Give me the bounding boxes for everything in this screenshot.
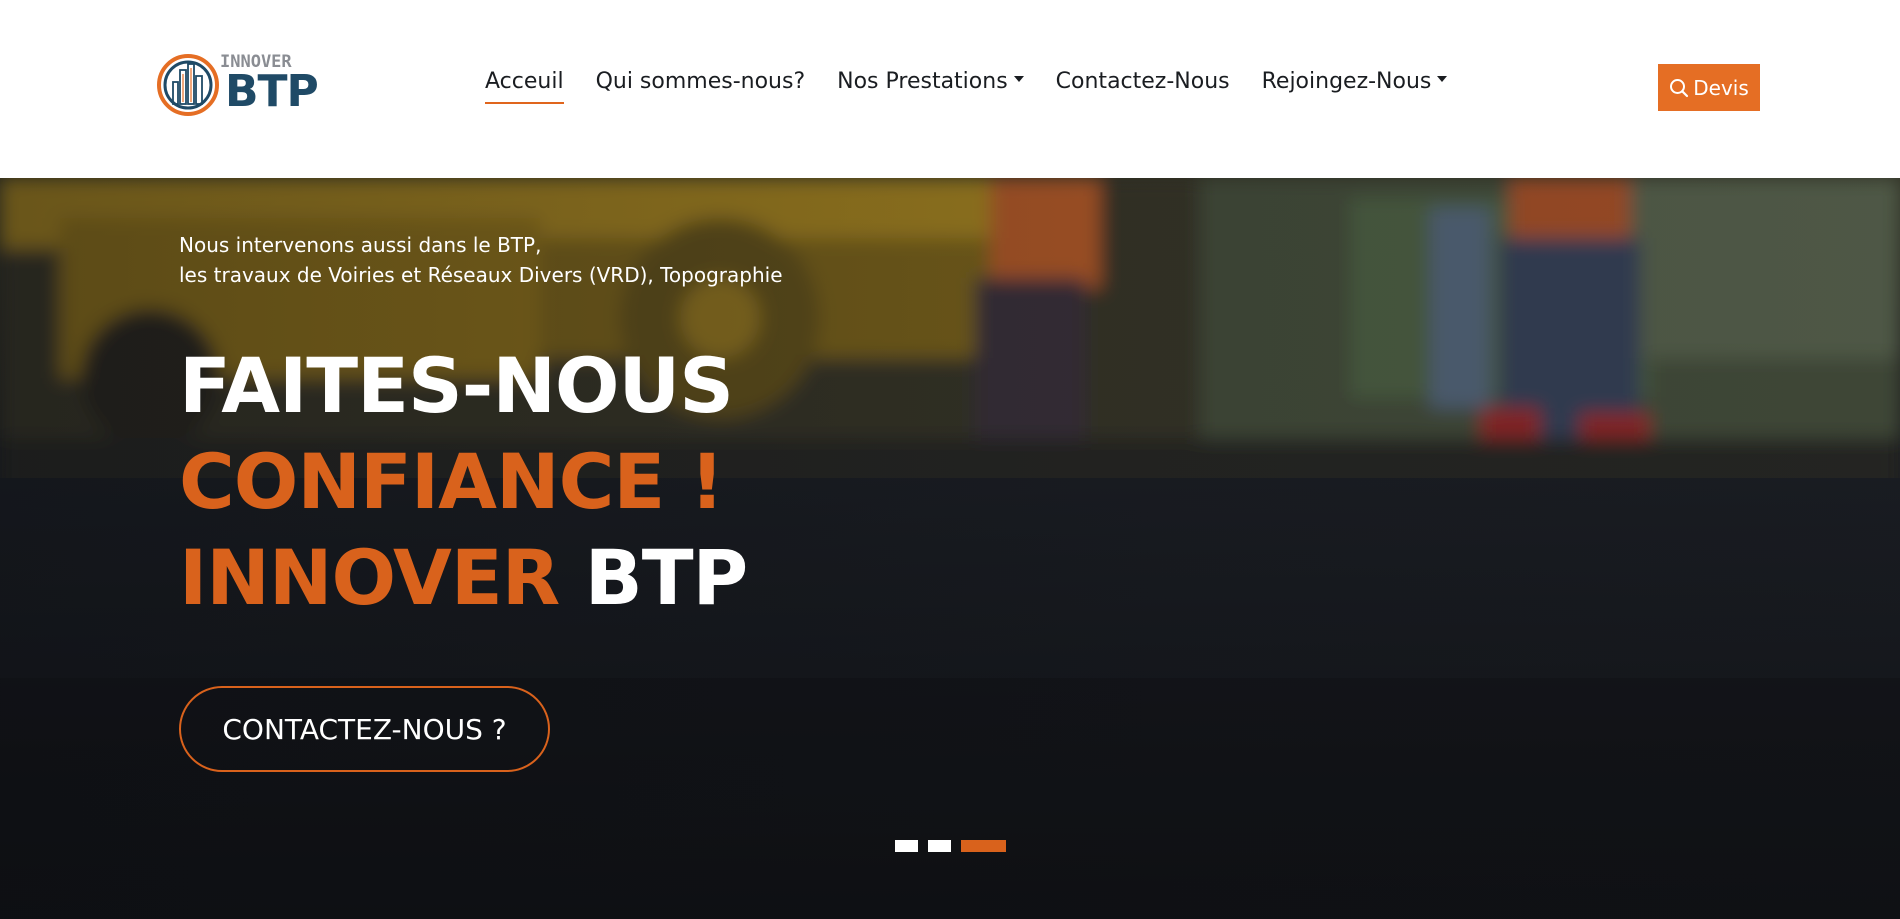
carousel-indicators (895, 840, 1006, 852)
hero-subtitle-line-2: les travaux de Voiries et Réseaux Divers… (179, 263, 783, 287)
navbar: INNOVER BTP Acceuil Qui sommes-nous? Nos… (0, 0, 1900, 178)
carousel-indicator-2[interactable] (928, 840, 951, 852)
carousel-indicator-1[interactable] (895, 840, 918, 852)
hero-slider: Nous intervenons aussi dans le BTP, les … (0, 178, 1900, 919)
hero-subtitle: Nous intervenons aussi dans le BTP, les … (179, 230, 783, 290)
hero-title-innover: INNOVER (179, 533, 560, 622)
hero-title-btp: BTP (584, 533, 748, 622)
search-icon (1670, 78, 1689, 97)
caret-down-icon (1013, 76, 1024, 82)
nav-item-nos-prestations[interactable]: Nos Prestations (837, 62, 1024, 102)
nav-item-rejoingez-nous-label: Rejoingez-Nous (1261, 69, 1432, 94)
hero-subtitle-line-1: Nous intervenons aussi dans le BTP, (179, 233, 542, 257)
nav-item-rejoingez-nous[interactable]: Rejoingez-Nous (1262, 62, 1448, 102)
devis-button[interactable]: Devis (1658, 64, 1760, 111)
building-logo-icon (157, 54, 219, 116)
hero-title-line-2: CONFIANCE ! (179, 437, 724, 526)
caret-down-icon (1437, 76, 1448, 82)
hero-title-line-1: FAITES-NOUS (179, 341, 734, 430)
devis-button-label: Devis (1693, 75, 1749, 100)
nav-item-contactez-nous[interactable]: Contactez-Nous (1056, 62, 1230, 102)
nav-item-acceuil[interactable]: Acceuil (485, 62, 564, 104)
hero-title: FAITES-NOUS CONFIANCE ! INNOVER BTP (179, 338, 748, 626)
logo-text-btp: BTP (225, 66, 319, 117)
nav-item-nos-prestations-label: Nos Prestations (837, 69, 1008, 94)
contactez-nous-button[interactable]: CONTACTEZ-NOUS ? (179, 686, 550, 772)
carousel-indicator-3[interactable] (961, 840, 1006, 852)
nav-item-qui-sommes-nous[interactable]: Qui sommes-nous? (596, 62, 806, 102)
hero-title-line-3: INNOVER BTP (179, 530, 748, 626)
innover-btp-logo[interactable]: INNOVER BTP (157, 52, 319, 118)
main-nav: Acceuil Qui sommes-nous? Nos Prestations… (485, 62, 1448, 104)
